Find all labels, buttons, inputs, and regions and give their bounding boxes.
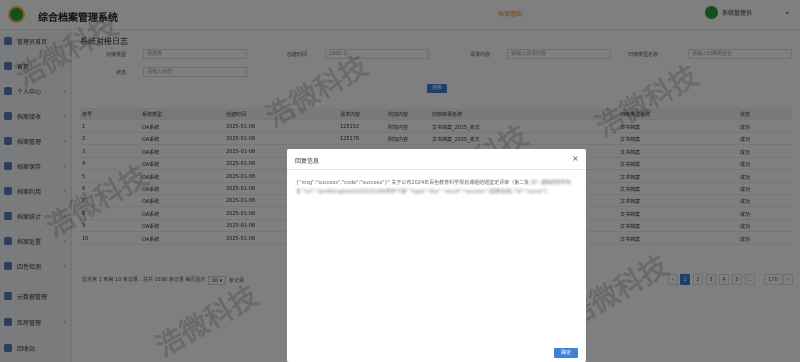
modal-text-visible: {"msg":"success","code":"success"}" 关于公布… <box>296 180 530 186</box>
reply-modal: 回复信息 × {"msg":"success","code":"success"… <box>287 149 586 362</box>
modal-content: {"msg":"success","code":"success"}" 关于公布… <box>296 179 572 197</box>
ok-button[interactable]: 确定 <box>554 348 578 358</box>
modal-divider <box>287 169 586 170</box>
close-icon[interactable]: × <box>572 154 579 163</box>
modal-title: 回复信息 <box>295 158 320 165</box>
